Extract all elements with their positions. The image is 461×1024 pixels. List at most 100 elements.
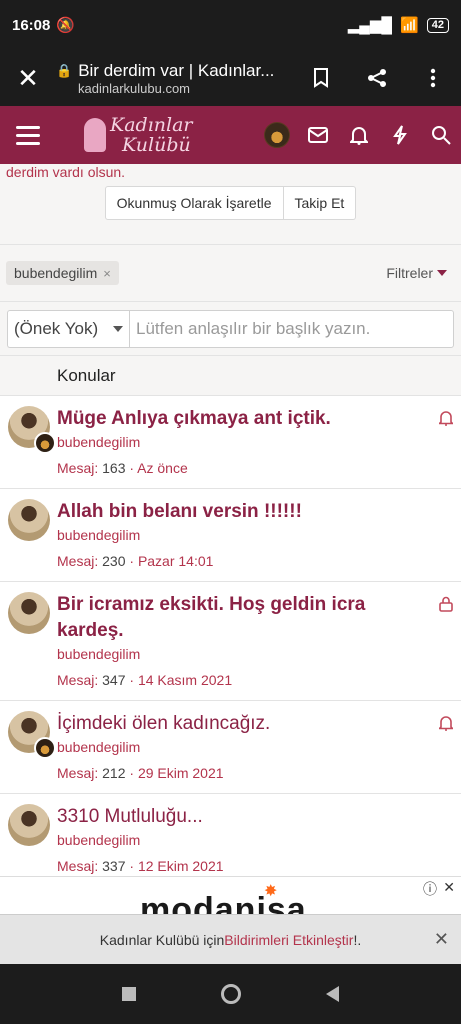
last-poster-avatar[interactable] <box>34 432 56 454</box>
thread-meta: Mesaj: 230 · Pazar 14:01 <box>57 553 214 569</box>
thread-date[interactable]: Az önce <box>137 460 188 476</box>
thread-title[interactable]: 3310 Mutluluğu... <box>57 804 451 830</box>
thread-date[interactable]: 14 Kasım 2021 <box>138 672 232 688</box>
author-avatar[interactable] <box>8 804 50 846</box>
replies-count: 212 <box>102 765 126 781</box>
thread-date[interactable]: 29 Ekim 2021 <box>138 765 224 781</box>
prefix-value: (Önek Yok) <box>14 318 99 338</box>
notification-prompt-bar: Kadınlar Kulübü için Bildirimleri Etkinl… <box>0 914 461 964</box>
thread-item[interactable]: Müge Anlıya çıkmaya ant içtik. bubendegi… <box>0 396 461 489</box>
system-nav-bar <box>0 964 461 1024</box>
notif-suffix: !. <box>353 931 362 948</box>
battery-indicator: 42 <box>426 17 449 33</box>
filter-bar: bubendegilim × Filtreler <box>0 244 461 302</box>
thread-meta: Mesaj: 347 · 14 Kasım 2021 <box>57 672 233 688</box>
logo-text-line1: Kadınlar <box>110 114 193 136</box>
thread-title[interactable]: Bir icramız eksikti. Hoş geldin icra kar… <box>57 592 451 644</box>
ad-brand-logo: modanisa <box>140 891 307 916</box>
thread-author[interactable]: bubendegilim <box>57 832 451 848</box>
thread-title[interactable]: Müge Anlıya çıkmaya ant içtik. <box>57 406 451 432</box>
replies-count: 230 <box>102 553 126 569</box>
thread-meta: Mesaj: 163 · Az önce <box>57 460 188 476</box>
thread-item[interactable]: Allah bin belanı versin !!!!!! bubendegi… <box>0 489 461 582</box>
page-domain: kadinlarkulubu.com <box>78 80 191 96</box>
thread-item[interactable]: İçimdeki ölen kadıncağız. bubendegilim M… <box>0 701 461 794</box>
logo-mark-icon <box>84 118 106 152</box>
replies-count: 163 <box>102 460 126 476</box>
replies-label: Mesaj: <box>57 672 99 688</box>
status-bar: 16:08 🔕 ▂▄▆█ 📶 42 <box>0 0 461 50</box>
main-content: derdim vardı olsun. Okunmuş Olarak İşare… <box>0 164 461 876</box>
bell-icon <box>437 715 455 735</box>
recents-icon[interactable] <box>122 987 137 1001</box>
filters-label: Filtreler <box>386 265 433 281</box>
lock-icon <box>439 596 453 616</box>
replies-label: Mesaj: <box>57 460 99 476</box>
thread-list: Müge Anlıya çıkmaya ant içtik. bubendegi… <box>0 396 461 876</box>
share-icon[interactable] <box>349 50 405 106</box>
menu-icon[interactable] <box>0 106 56 164</box>
signal-icon: ▂▄▆█ <box>347 17 393 34</box>
home-icon[interactable] <box>220 984 241 1004</box>
back-icon[interactable] <box>325 986 339 1002</box>
quick-thread-row: (Önek Yok) <box>0 302 461 356</box>
status-time: 16:08 <box>12 16 51 34</box>
prefix-select[interactable]: (Önek Yok) <box>7 309 129 348</box>
close-tab-icon[interactable]: ✕ <box>0 50 56 106</box>
alerts-bell-icon[interactable] <box>338 106 379 164</box>
thread-meta: Mesaj: 337 · 12 Ekim 2021 <box>57 858 224 874</box>
inbox-icon[interactable] <box>297 106 338 164</box>
url-bar[interactable]: 🔒 Bir derdim var | Kadınlar... kadinlark… <box>56 61 293 96</box>
author-avatar[interactable] <box>8 499 50 541</box>
thread-title-input[interactable] <box>129 309 454 348</box>
lock-icon: 🔒 <box>56 62 73 78</box>
logo-text-line2: Kulübü <box>122 134 191 156</box>
thread-author[interactable]: bubendegilim <box>57 434 451 450</box>
thread-item[interactable]: 3310 Mutluluğu... bubendegilim Mesaj: 33… <box>0 794 461 876</box>
page-title: Bir derdim var | Kadınlar... <box>78 60 275 80</box>
thread-title[interactable]: İçimdeki ölen kadıncağız. <box>57 711 451 737</box>
search-icon[interactable] <box>420 106 461 164</box>
bookmark-icon[interactable] <box>293 50 349 106</box>
author-filter-tag[interactable]: bubendegilim × <box>6 261 119 285</box>
thread-item[interactable]: Bir icramız eksikti. Hoş geldin icra kar… <box>0 582 461 701</box>
mute-icon: 🔕 <box>56 17 76 34</box>
site-logo[interactable]: Kadınlar Kulübü <box>84 115 193 155</box>
replies-label: Mesaj: <box>57 553 99 569</box>
whats-new-bolt-icon[interactable] <box>379 106 420 164</box>
more-menu-icon[interactable] <box>405 50 461 106</box>
thread-list-header: Konular <box>0 356 461 396</box>
advertisement-banner[interactable]: ✸ modanisa ⓘ ✕ <box>0 876 461 916</box>
caret-down-icon <box>437 270 447 276</box>
filters-dropdown[interactable]: Filtreler <box>386 265 455 281</box>
thread-date[interactable]: 12 Ekim 2021 <box>138 858 224 874</box>
forum-actions: Okunmuş Olarak İşaretle Takip Et <box>0 186 461 220</box>
thread-date[interactable]: Pazar 14:01 <box>138 553 214 569</box>
mark-read-button[interactable]: Okunmuş Olarak İşaretle <box>104 186 284 220</box>
thread-author[interactable]: bubendegilim <box>57 527 451 543</box>
follow-button[interactable]: Takip Et <box>283 186 357 220</box>
thread-title[interactable]: Allah bin belanı versin !!!!!! <box>57 499 451 525</box>
ad-info-icon[interactable]: ⓘ <box>423 879 437 899</box>
filter-tag-label: bubendegilim <box>14 265 98 281</box>
bell-icon <box>437 410 455 430</box>
thread-meta: Mesaj: 212 · 29 Ekim 2021 <box>57 765 224 781</box>
caret-down-icon <box>113 325 123 332</box>
browser-toolbar: ✕ 🔒 Bir derdim var | Kadınlar... kadinla… <box>0 50 461 106</box>
thread-author[interactable]: bubendegilim <box>57 646 451 662</box>
enable-notifications-link[interactable]: Bildirimleri Etkinleştir <box>224 932 353 948</box>
notif-prefix: Kadınlar Kulübü için <box>99 931 225 948</box>
account-avatar[interactable] <box>256 106 297 164</box>
replies-count: 347 <box>102 672 126 688</box>
ad-close-icon[interactable]: ✕ <box>443 879 455 896</box>
replies-label: Mesaj: <box>57 765 99 781</box>
wifi-icon: 📶 <box>400 17 419 34</box>
replies-count: 337 <box>102 858 126 874</box>
thread-author[interactable]: bubendegilim <box>57 739 451 755</box>
site-header: Kadınlar Kulübü <box>0 106 461 164</box>
intro-snippet: derdim vardı olsun. <box>6 164 126 180</box>
author-avatar[interactable] <box>8 592 50 634</box>
close-icon[interactable]: ✕ <box>434 929 449 950</box>
last-poster-avatar[interactable] <box>34 737 56 759</box>
remove-filter-icon[interactable]: × <box>103 266 111 281</box>
